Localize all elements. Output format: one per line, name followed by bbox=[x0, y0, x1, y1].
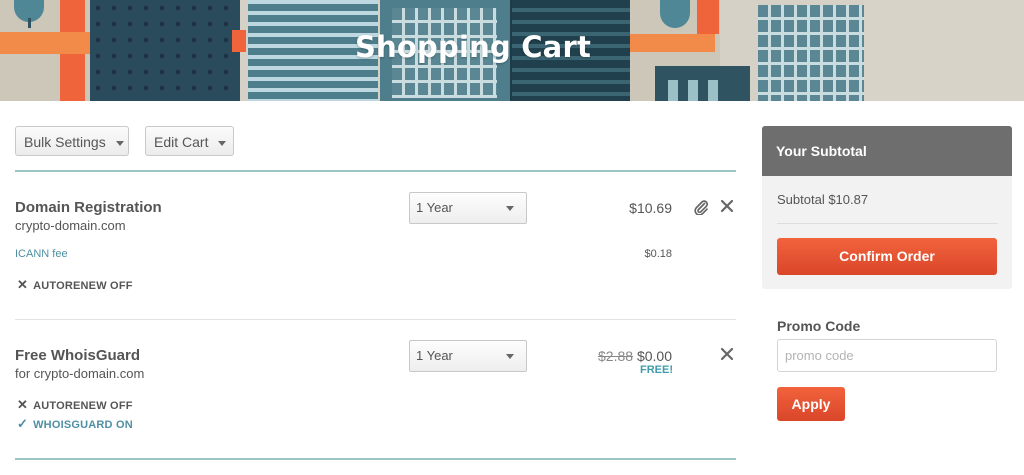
item-price: $0.00 bbox=[636, 348, 672, 364]
period-value: 1 Year bbox=[416, 348, 453, 363]
chevron-down-icon bbox=[115, 140, 124, 146]
bulk-settings-dropdown[interactable]: Bulk Settings bbox=[15, 126, 129, 156]
header-banner: Shopping Cart bbox=[0, 0, 1024, 101]
autorenew-status: AUTORENEW OFF bbox=[33, 280, 133, 292]
cart-divider-top bbox=[15, 170, 736, 172]
apply-button[interactable]: Apply bbox=[777, 387, 845, 421]
autorenew-status: AUTORENEW OFF bbox=[33, 400, 133, 412]
page-title: Shopping Cart bbox=[354, 30, 592, 64]
chevron-down-icon bbox=[218, 140, 227, 146]
period-value: 1 Year bbox=[416, 200, 453, 215]
period-select[interactable]: 1 Year bbox=[409, 192, 527, 224]
edit-cart-label: Edit Cart bbox=[154, 134, 209, 150]
cart-divider-bottom bbox=[15, 458, 736, 460]
whoisguard-status: WHOISGUARD ON bbox=[33, 419, 133, 431]
item-title: Free WhoisGuard bbox=[15, 347, 141, 364]
item-domain: crypto-domain.com bbox=[15, 218, 126, 233]
chevron-down-icon bbox=[506, 206, 514, 211]
whoisguard-toggle[interactable]: ✓ WHOISGUARD ON bbox=[17, 416, 133, 432]
edit-cart-dropdown[interactable]: Edit Cart bbox=[145, 126, 234, 156]
confirm-order-button[interactable]: Confirm Order bbox=[777, 238, 997, 275]
subtotal-amount: Subtotal $10.87 bbox=[777, 192, 869, 207]
close-icon: ✕ bbox=[17, 277, 29, 292]
item-domain: for crypto-domain.com bbox=[15, 366, 145, 381]
bulk-settings-label: Bulk Settings bbox=[24, 134, 106, 150]
subtotal-separator bbox=[777, 223, 998, 224]
chevron-down-icon bbox=[506, 354, 514, 359]
remove-item-close-icon[interactable] bbox=[720, 199, 734, 217]
close-icon: ✕ bbox=[17, 397, 29, 412]
old-price: $2.88 bbox=[598, 348, 634, 364]
item-price-group: $2.88 $0.00 bbox=[560, 348, 672, 364]
cart-item-divider bbox=[15, 319, 736, 320]
icann-fee-price: $0.18 bbox=[644, 248, 672, 260]
promo-code-label: Promo Code bbox=[777, 318, 861, 334]
promo-code-input[interactable] bbox=[777, 339, 997, 372]
paperclip-icon[interactable] bbox=[693, 199, 709, 219]
item-price: $10.69 bbox=[629, 200, 672, 216]
subtotal-header: Your Subtotal bbox=[762, 126, 1012, 176]
remove-item-close-icon[interactable] bbox=[720, 347, 734, 365]
item-title: Domain Registration bbox=[15, 199, 162, 216]
free-badge: FREE! bbox=[640, 364, 673, 376]
period-select[interactable]: 1 Year bbox=[409, 340, 527, 372]
autorenew-toggle[interactable]: ✕ AUTORENEW OFF bbox=[17, 397, 133, 413]
autorenew-toggle[interactable]: ✕ AUTORENEW OFF bbox=[17, 277, 133, 293]
icann-fee-label[interactable]: ICANN fee bbox=[15, 248, 68, 260]
checkmark-icon: ✓ bbox=[17, 416, 29, 431]
